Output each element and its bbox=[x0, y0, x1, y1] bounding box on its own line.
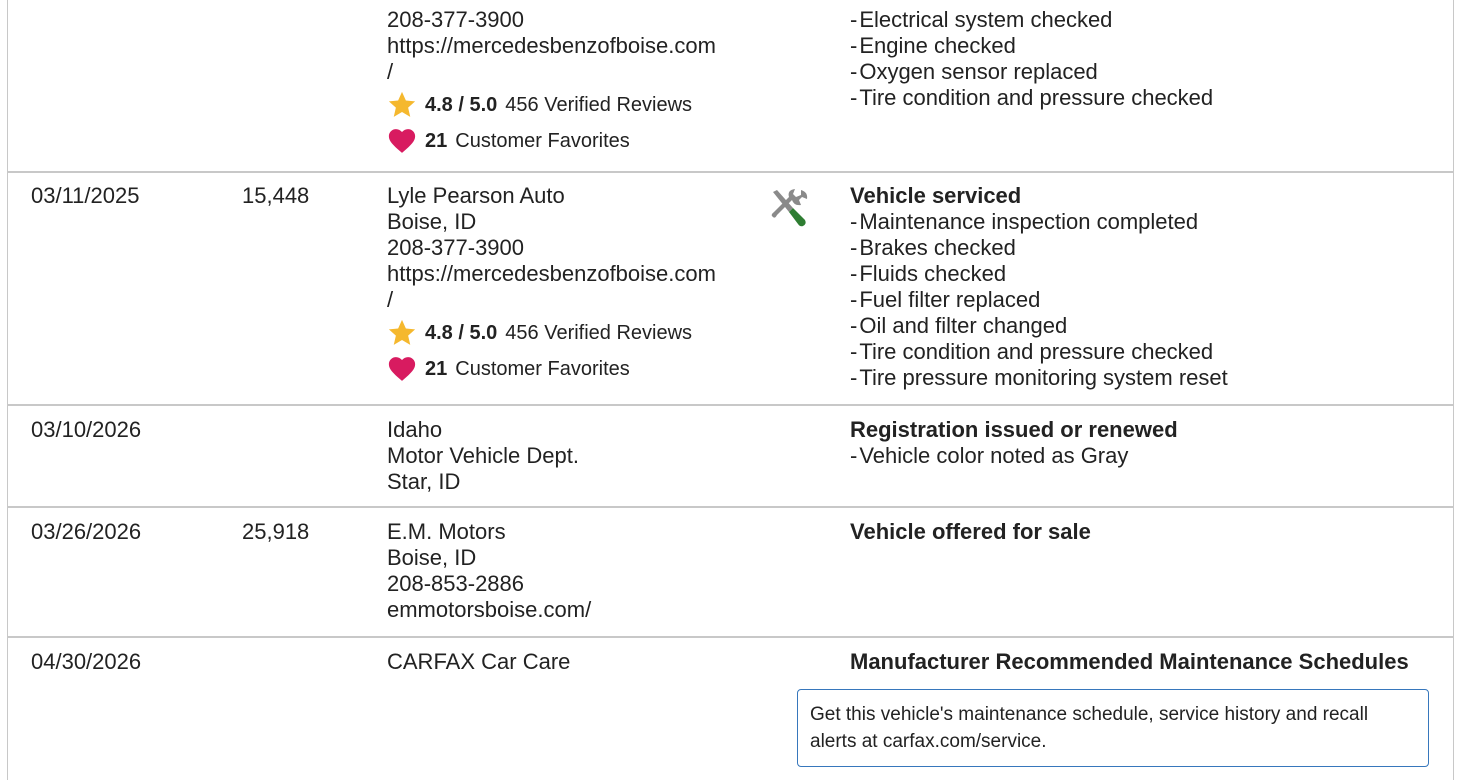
comment-item: Maintenance inspection completed bbox=[850, 209, 1228, 235]
reviews-count: 456 Verified Reviews bbox=[505, 322, 693, 344]
source-website-link[interactable]: emmotorsboise.com/ bbox=[387, 597, 591, 623]
rating-row[interactable]: 4.8 / 5.0 456 Verified Reviews bbox=[387, 87, 716, 123]
comment-item: Tire condition and pressure checked bbox=[850, 339, 1228, 365]
source-website-link[interactable]: https://mercedesbenzofboise.com bbox=[387, 261, 716, 287]
favorites-count: 21 bbox=[425, 358, 448, 380]
comment-heading: Vehicle offered for sale bbox=[850, 519, 1091, 544]
comments-cell: Manufacturer Recommended Maintenance Sch… bbox=[850, 649, 1409, 675]
date-cell: 03/11/2025 bbox=[31, 183, 140, 208]
comment-heading: Vehicle serviced bbox=[850, 183, 1022, 208]
table-row: 03/11/2025 15,448 Lyle Pearson Auto Bois… bbox=[7, 173, 1454, 406]
carfax-service-callout[interactable]: Get this vehicle's maintenance schedule,… bbox=[797, 689, 1429, 767]
heart-icon bbox=[388, 357, 416, 381]
source-website-link[interactable]: https://mercedesbenzofboise.com bbox=[387, 33, 716, 59]
rating-value: 4.8 / 5.0 bbox=[425, 322, 498, 344]
table-row: 03/26/2026 25,918 E.M. Motors Boise, ID … bbox=[7, 508, 1454, 638]
comment-item: Engine checked bbox=[850, 33, 1213, 59]
source-cell: CARFAX Car Care bbox=[387, 649, 570, 675]
comment-heading: Manufacturer Recommended Maintenance Sch… bbox=[850, 649, 1409, 674]
comment-item: Oil and filter changed bbox=[850, 313, 1228, 339]
comments-cell: Vehicle serviced Maintenance inspection … bbox=[850, 183, 1228, 391]
source-cell: Idaho Motor Vehicle Dept. Star, ID bbox=[387, 417, 579, 495]
source-phone: 208-377-3900 bbox=[387, 235, 525, 260]
service-tools-icon bbox=[767, 186, 811, 236]
star-icon bbox=[388, 319, 416, 345]
source-phone: 208-853-2886 bbox=[387, 571, 525, 596]
comments-cell: Registration issued or renewed Vehicle c… bbox=[850, 417, 1178, 469]
favorites-label: Customer Favorites bbox=[455, 130, 630, 152]
mileage-cell: 15,448 bbox=[242, 183, 310, 208]
comment-item: Fuel filter replaced bbox=[850, 287, 1228, 313]
source-website-slash: / bbox=[387, 287, 394, 312]
rating-row[interactable]: 4.8 / 5.0 456 Verified Reviews bbox=[387, 315, 716, 351]
comment-item: Electrical system checked bbox=[850, 7, 1213, 33]
source-location: Boise, ID bbox=[387, 545, 477, 570]
source-cell: E.M. Motors Boise, ID 208-853-2886 emmot… bbox=[387, 519, 591, 623]
source-name: Lyle Pearson Auto bbox=[387, 183, 565, 208]
source-name: E.M. Motors bbox=[387, 519, 506, 544]
source-phone: 208-377-3900 bbox=[387, 7, 525, 32]
favorites-row[interactable]: 21 Customer Favorites bbox=[387, 351, 716, 387]
mileage-cell: 25,918 bbox=[242, 519, 310, 544]
favorites-row[interactable]: 21 Customer Favorites bbox=[387, 123, 716, 159]
date-cell: 04/30/2026 bbox=[31, 649, 142, 674]
comments-cell: Electrical system checked Engine checked… bbox=[850, 7, 1213, 111]
comment-item: Fluids checked bbox=[850, 261, 1228, 287]
favorites-label: Customer Favorites bbox=[455, 358, 630, 380]
comment-item: Vehicle color noted as Gray bbox=[850, 443, 1178, 469]
source-location: Star, ID bbox=[387, 469, 461, 494]
comments-cell: Vehicle offered for sale bbox=[850, 519, 1091, 545]
star-icon bbox=[388, 91, 416, 117]
source-location: Boise, ID bbox=[387, 209, 477, 234]
table-row: 03/10/2026 Idaho Motor Vehicle Dept. Sta… bbox=[7, 406, 1454, 508]
rating-value: 4.8 / 5.0 bbox=[425, 94, 498, 116]
reviews-count: 456 Verified Reviews bbox=[505, 94, 693, 116]
source-cell: Lyle Pearson Auto Boise, ID 208-377-3900… bbox=[387, 183, 716, 387]
comment-item: Tire pressure monitoring system reset bbox=[850, 365, 1227, 391]
callout-text: Get this vehicle's maintenance schedule,… bbox=[810, 704, 1369, 752]
comment-item: Tire condition and pressure checked bbox=[850, 85, 1213, 111]
comment-heading: Registration issued or renewed bbox=[850, 417, 1178, 442]
heart-icon bbox=[388, 129, 416, 153]
date-cell: 03/26/2026 bbox=[31, 519, 142, 544]
source-dept: Motor Vehicle Dept. bbox=[387, 443, 579, 468]
table-row: 208-377-3900 https://mercedesbenzofboise… bbox=[7, 0, 1454, 173]
comment-item: Brakes checked bbox=[850, 235, 1228, 261]
date-cell: 03/10/2026 bbox=[31, 417, 142, 442]
source-name: Idaho bbox=[387, 417, 443, 442]
favorites-count: 21 bbox=[425, 130, 448, 152]
comment-item: Oxygen sensor replaced bbox=[850, 59, 1213, 85]
source-cell: 208-377-3900 https://mercedesbenzofboise… bbox=[387, 7, 716, 159]
source-website-slash: / bbox=[387, 59, 394, 84]
source-name: CARFAX Car Care bbox=[387, 649, 571, 674]
